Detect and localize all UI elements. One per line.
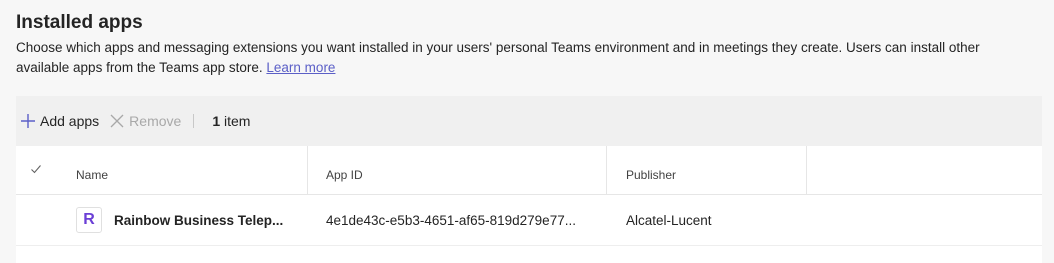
- apps-table: Name App ID Publisher R Rainbow Business…: [16, 146, 1042, 263]
- add-apps-label: Add apps: [40, 113, 100, 129]
- description-text: Choose which apps and messaging extensio…: [16, 40, 980, 75]
- column-divider: [606, 146, 607, 194]
- select-all-checkbox[interactable]: [30, 146, 42, 194]
- publisher-cell: Alcatel-Lucent: [626, 212, 712, 228]
- table-header: Name App ID Publisher: [16, 146, 1042, 195]
- item-count-number: 1: [212, 113, 221, 129]
- remove-label: Remove: [129, 113, 182, 129]
- column-header-publisher[interactable]: Publisher: [626, 146, 676, 194]
- column-divider: [806, 146, 807, 194]
- checkmark-icon: [31, 165, 41, 174]
- toolbar: Add apps Remove 1 item: [16, 96, 1042, 146]
- plus-icon: [21, 114, 35, 128]
- remove-button[interactable]: Remove: [109, 96, 181, 146]
- column-header-name[interactable]: Name: [76, 146, 108, 194]
- column-divider: [307, 146, 308, 194]
- table-row[interactable]: R Rainbow Business Telep... 4e1de43c-e5b…: [16, 195, 1042, 246]
- learn-more-link[interactable]: Learn more: [266, 60, 335, 75]
- close-icon: [110, 114, 124, 128]
- app-name-cell: R Rainbow Business Telep...: [76, 195, 283, 245]
- toolbar-divider: [193, 114, 195, 128]
- app-logo: R: [76, 207, 102, 233]
- page-description: Choose which apps and messaging extensio…: [16, 38, 1026, 78]
- app-name[interactable]: Rainbow Business Telep...: [114, 213, 283, 228]
- add-apps-button[interactable]: Add apps: [20, 96, 99, 146]
- item-count-suffix: item: [224, 113, 251, 129]
- installed-apps-panel: Installed apps Choose which apps and mes…: [0, 0, 1054, 263]
- app-id-cell: 4e1de43c-e5b3-4651-af65-819d279e77...: [326, 212, 576, 228]
- column-header-app-id[interactable]: App ID: [326, 146, 363, 194]
- app-logo-letter: R: [83, 211, 95, 228]
- item-count: 1 item: [212, 113, 250, 129]
- page-title: Installed apps: [16, 12, 143, 33]
